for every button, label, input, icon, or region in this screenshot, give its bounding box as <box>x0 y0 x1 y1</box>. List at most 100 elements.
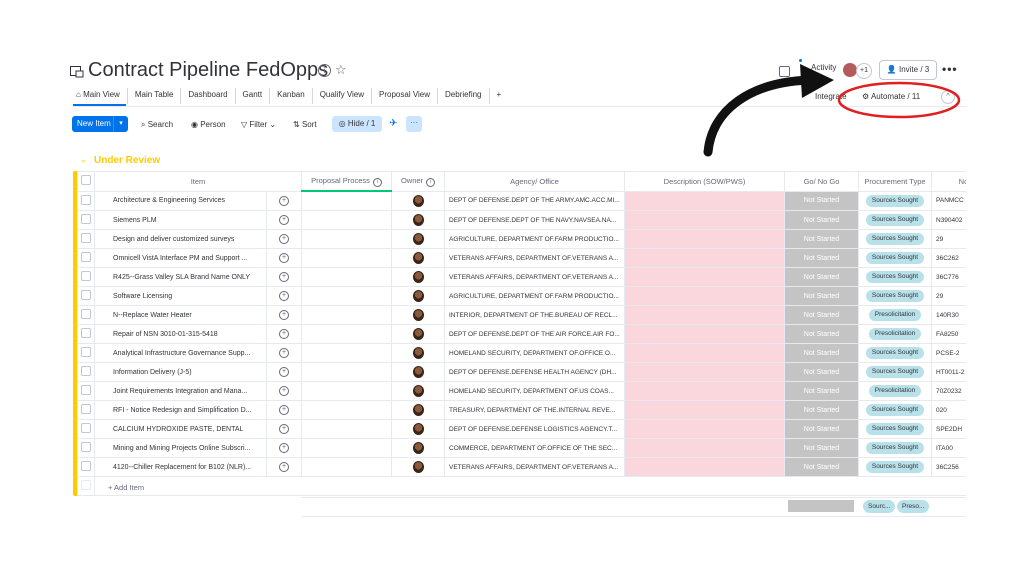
item-name-cell[interactable]: Information Delivery (J-5) <box>94 362 267 382</box>
table-row[interactable]: Architecture & Engineering Services + DEPT… <box>77 190 966 211</box>
item-name-cell[interactable]: RFI - Notice Redesign and Simplification… <box>94 400 267 420</box>
table-row[interactable]: N--Replace Water Heater + INTERIOR, DEPART… <box>77 305 966 325</box>
add-update-button[interactable]: + <box>266 248 302 268</box>
notes-cell[interactable]: 29 <box>931 229 966 249</box>
notes-cell[interactable]: SPE2DH <box>931 419 966 439</box>
row-checkbox[interactable] <box>77 381 95 401</box>
go-no-go-status-cell[interactable]: Not Started <box>784 210 859 230</box>
notes-cell[interactable]: 140R30 <box>931 305 966 325</box>
procurement-type-cell[interactable]: Sources Sought <box>858 343 932 363</box>
column-header-agency[interactable]: Agency/ Office <box>444 171 625 192</box>
add-update-button[interactable]: + <box>266 324 302 344</box>
search-button[interactable]: ⌕ Search <box>141 120 173 130</box>
info-icon[interactable]: i <box>318 64 331 77</box>
go-no-go-status-cell[interactable]: Not Started <box>784 324 859 344</box>
item-name-cell[interactable]: Architecture & Engineering Services <box>94 190 267 211</box>
add-update-button[interactable]: + <box>266 419 302 439</box>
item-name-cell[interactable]: Software Licensing <box>94 286 267 306</box>
add-update-button[interactable]: + <box>266 400 302 420</box>
group-collapse-chevron-icon[interactable]: ⌄ <box>80 155 87 164</box>
tab-main-view[interactable]: ⌂ Main View <box>74 88 128 104</box>
notes-cell[interactable]: 36C256 <box>931 457 966 477</box>
hide-columns-button[interactable]: ◎ Hide / 1 <box>332 116 382 132</box>
column-header-procurement-type[interactable]: Procurement Type <box>858 171 932 192</box>
notes-cell[interactable]: PANMCC <box>931 190 966 211</box>
item-name-cell[interactable]: N--Replace Water Heater <box>94 305 267 325</box>
go-no-go-status-cell[interactable]: Not Started <box>784 248 859 268</box>
notes-cell[interactable]: 36C262 <box>931 248 966 268</box>
procurement-type-cell[interactable]: Sources Sought <box>858 248 932 268</box>
agency-cell[interactable]: DEPT OF DEFENSE.DEFENSE LOGISTICS AGENCY… <box>444 419 625 439</box>
go-no-go-status-cell[interactable]: Not Started <box>784 438 859 458</box>
row-checkbox[interactable] <box>77 190 95 211</box>
procurement-type-cell[interactable]: Sources Sought <box>858 286 932 306</box>
proposal-process-cell[interactable] <box>301 457 392 477</box>
column-header-description[interactable]: Description (SOW/PWS) <box>624 171 785 192</box>
description-cell[interactable] <box>624 267 785 287</box>
notes-cell[interactable]: HT0011-2 <box>931 362 966 382</box>
row-checkbox[interactable] <box>77 438 95 458</box>
add-update-button[interactable]: + <box>266 210 302 230</box>
proposal-process-cell[interactable] <box>301 305 392 325</box>
go-no-go-status-cell[interactable]: Not Started <box>784 419 859 439</box>
procurement-type-cell[interactable]: Sources Sought <box>858 362 932 382</box>
add-update-button[interactable]: + <box>266 362 302 382</box>
avatar-count-badge[interactable]: +1 <box>856 63 872 79</box>
tab-kanban[interactable]: Kanban <box>270 88 313 104</box>
proposal-process-cell[interactable] <box>301 286 392 306</box>
proposal-process-cell[interactable] <box>301 343 392 363</box>
row-checkbox[interactable] <box>77 324 95 344</box>
procurement-type-cell[interactable]: Sources Sought <box>858 419 932 439</box>
owner-cell[interactable] <box>391 286 445 306</box>
table-row[interactable]: R425--Grass Valley SLA Brand Name ONLY + V… <box>77 267 966 287</box>
owner-cell[interactable] <box>391 210 445 230</box>
row-checkbox[interactable] <box>77 362 95 382</box>
owner-cell[interactable] <box>391 457 445 477</box>
item-name-cell[interactable]: Siemens PLM <box>94 210 267 230</box>
go-no-go-status-cell[interactable]: Not Started <box>784 400 859 420</box>
description-cell[interactable] <box>624 419 785 439</box>
item-name-cell[interactable]: CALCIUM HYDROXIDE PASTE, DENTAL <box>94 419 267 439</box>
add-update-button[interactable]: + <box>266 267 302 287</box>
item-name-cell[interactable]: Joint Requirements Integration and Mana.… <box>94 381 267 401</box>
agency-cell[interactable]: AGRICULTURE, DEPARTMENT OF.FARM PRODUCTI… <box>444 286 625 306</box>
add-update-button[interactable]: + <box>266 438 302 458</box>
tab-dashboard[interactable]: Dashboard <box>181 88 236 104</box>
agency-cell[interactable]: DEPT OF DEFENSE.DEFENSE HEALTH AGENCY (D… <box>444 362 625 382</box>
owner-cell[interactable] <box>391 190 445 211</box>
item-name-cell[interactable]: Omnicell VistA Interface PM and Support … <box>94 248 267 268</box>
proposal-process-cell[interactable] <box>301 362 392 382</box>
column-header-proposal-process[interactable]: Proposal Process i <box>301 171 392 192</box>
item-name-cell[interactable]: Repair of NSN 3010-01-315-5418 <box>94 324 267 344</box>
agency-cell[interactable]: AGRICULTURE, DEPARTMENT OF.FARM PRODUCTI… <box>444 229 625 249</box>
table-row[interactable]: Information Delivery (J-5) + DEPT OF DEFEN… <box>77 362 966 382</box>
go-no-go-status-cell[interactable]: Not Started <box>784 229 859 249</box>
proposal-process-cell[interactable] <box>301 248 392 268</box>
tab-main-table[interactable]: Main Table <box>128 88 182 104</box>
table-row[interactable]: Design and deliver customized surveys + AG… <box>77 229 966 249</box>
description-cell[interactable] <box>624 438 785 458</box>
add-update-button[interactable]: + <box>266 343 302 363</box>
group-title[interactable]: Under Review <box>94 155 160 166</box>
description-cell[interactable] <box>624 248 785 268</box>
row-checkbox[interactable] <box>77 286 95 306</box>
add-update-button[interactable]: + <box>266 305 302 325</box>
owner-cell[interactable] <box>391 438 445 458</box>
description-cell[interactable] <box>624 305 785 325</box>
procurement-type-cell[interactable]: Sources Sought <box>858 400 932 420</box>
column-header-item[interactable]: Item <box>94 171 302 192</box>
new-item-button[interactable]: New Item ▾ <box>72 116 128 132</box>
item-name-cell[interactable]: Mining and Mining Projects Online Subscr… <box>94 438 267 458</box>
filter-button[interactable]: ▽ Filter ⌄ <box>241 120 276 129</box>
agency-cell[interactable]: DEPT OF DEFENSE.DEPT OF THE AIR FORCE.AI… <box>444 324 625 344</box>
item-name-cell[interactable]: 4120--Chiller Replacement for B102 (NLR)… <box>94 457 267 477</box>
item-name-cell[interactable]: Analytical Infrastructure Governance Sup… <box>94 343 267 363</box>
add-update-button[interactable]: + <box>266 190 302 211</box>
info-icon[interactable]: i <box>372 177 382 187</box>
proposal-process-cell[interactable] <box>301 381 392 401</box>
item-name-cell[interactable]: Design and deliver customized surveys <box>94 229 267 249</box>
table-row[interactable]: Joint Requirements Integration and Mana.… <box>77 381 966 401</box>
chevron-down-icon[interactable]: ▾ <box>113 116 128 132</box>
notes-cell[interactable]: PCSE-2 <box>931 343 966 363</box>
row-checkbox[interactable] <box>77 305 95 325</box>
